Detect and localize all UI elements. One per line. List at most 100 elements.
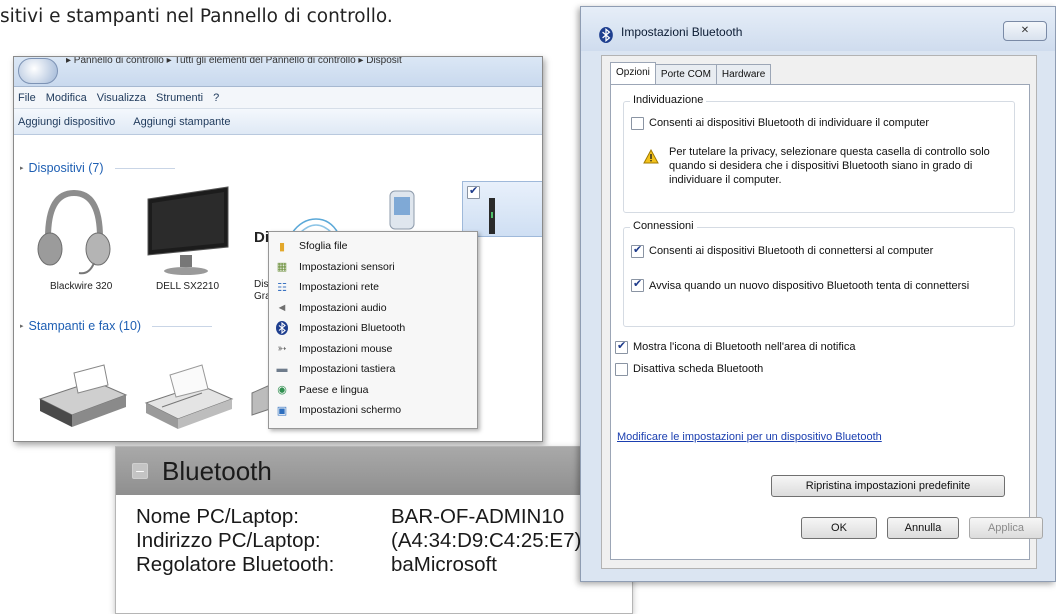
tab-com-ports[interactable]: Porte COM [654, 64, 717, 84]
change-device-settings-link[interactable]: Modificare le impostazioni per un dispos… [617, 431, 882, 443]
context-item-label: Paese e lingua [299, 383, 369, 396]
context-item-network-settings[interactable]: ☷ Impostazioni rete [269, 277, 477, 298]
tab-hardware[interactable]: Hardware [715, 64, 772, 84]
checkbox-box[interactable] [631, 117, 644, 130]
close-icon: ✕ [1020, 25, 1030, 36]
group-bullet-icon: ▸ [20, 323, 24, 330]
context-item-mouse-settings[interactable]: ➳ Impostazioni mouse [269, 339, 477, 360]
group-bullet-icon: ▸ [20, 165, 24, 172]
context-item-label: Impostazioni mouse [299, 342, 393, 355]
bt-info-row: Indirizzo PC/Laptop: (A4:34:D9:C4:25:E7) [136, 529, 581, 553]
bluetooth-icon [599, 27, 613, 48]
context-item-display-settings[interactable]: ▣ Impostazioni schermo [269, 400, 477, 421]
connections-group: Connessioni [623, 220, 1015, 327]
menu-bar: File Modifica Visualizza Strumenti ? [14, 87, 542, 109]
menu-edit[interactable]: Modifica [46, 92, 87, 104]
disable-adapter-checkbox[interactable]: Disattiva scheda Bluetooth [615, 363, 763, 376]
sensor-icon: ▦ [276, 261, 288, 274]
bluetooth-settings-dialog: Impostazioni Bluetooth ✕ Opzioni Porte C… [580, 6, 1056, 582]
bt-info-row: Nome PC/Laptop: BAR-OF-ADMIN10 [136, 505, 564, 529]
device-headset[interactable] [34, 183, 114, 281]
menu-file[interactable]: File [18, 92, 36, 104]
show-tray-icon-checkbox[interactable]: Mostra l'icona di Bluetooth nell'area di… [615, 339, 856, 354]
bt-info-label: Nome PC/Laptop: [136, 505, 299, 528]
control-panel-window: ▸ Pannello di controllo ▸ Tutti gli elem… [13, 56, 543, 442]
context-item-label: Impostazioni rete [299, 281, 379, 294]
checkbox-label: Disattiva scheda Bluetooth [633, 363, 764, 375]
group-printers-label: Stampanti e fax (10) [28, 319, 142, 333]
headset-icon [37, 189, 111, 275]
dialog-title-bar[interactable]: Impostazioni Bluetooth ✕ [581, 7, 1055, 51]
context-item-region-language[interactable]: ◉ Paese e lingua [269, 380, 477, 401]
menu-help[interactable]: ? [213, 92, 219, 104]
bt-info-label: Regolatore Bluetooth: [136, 553, 335, 576]
bluetooth-icon [275, 321, 289, 336]
context-item-browse-files[interactable]: ▮ Sfoglia file [269, 236, 477, 257]
context-item-label: Impostazioni audio [299, 301, 387, 314]
menu-tools[interactable]: Strumenti [156, 92, 203, 104]
allow-discovery-checkbox[interactable]: Consenti ai dispositivi Bluetooth di ind… [631, 117, 929, 130]
device-phone[interactable] [382, 187, 422, 234]
allow-connect-checkbox[interactable]: Consenti ai dispositivi Bluetooth di con… [631, 243, 934, 258]
context-menu: ▮ Sfoglia file ▦ Impostazioni sensori ☷ … [268, 231, 478, 429]
checkbox-box[interactable] [615, 363, 628, 376]
context-item-sensor-settings[interactable]: ▦ Impostazioni sensori [269, 257, 477, 278]
device-selected-tile[interactable] [462, 181, 542, 237]
context-item-label: Impostazioni Bluetooth [299, 322, 406, 335]
bt-info-value: BAR-OF-ADMIN10 [391, 505, 565, 528]
breadcrumb[interactable]: ▸ Pannello di controllo ▸ Tutti gli elem… [66, 57, 402, 66]
notify-new-device-checkbox[interactable]: Avvisa quando un nuovo dispositivo Bluet… [631, 277, 971, 293]
group-divider [114, 167, 175, 169]
context-item-label: Impostazioni sensori [299, 260, 395, 273]
monitor-icon [147, 186, 229, 275]
bt-info-value: baMicrosoft [391, 553, 497, 576]
fax-icon [144, 364, 234, 429]
add-printer-button[interactable]: Aggiungi stampante [133, 116, 230, 128]
menu-view[interactable]: Visualizza [97, 92, 146, 104]
warning-icon [643, 148, 659, 169]
bluetooth-panel-header[interactable]: – Bluetooth [116, 447, 632, 495]
add-device-button[interactable]: Aggiungi dispositivo [18, 116, 115, 128]
ok-button[interactable]: OK [801, 517, 877, 539]
group-divider [152, 325, 213, 327]
checkbox-label: Avvisa quando un nuovo dispositivo Bluet… [649, 280, 970, 292]
device-partial-label: Di [254, 229, 269, 246]
device-monitor[interactable] [142, 185, 232, 280]
dialog-title: Impostazioni Bluetooth [621, 25, 743, 39]
printer-item[interactable] [34, 359, 130, 434]
context-item-label: Sfoglia file [299, 240, 348, 253]
group-devices-header[interactable]: ▸ Dispositivi (7) [20, 161, 175, 175]
keyboard-icon: ▬ [276, 363, 288, 376]
phone-icon [389, 190, 415, 230]
dialog-body: Opzioni Porte COM Hardware Individuazion… [601, 55, 1037, 569]
printer-item[interactable] [142, 357, 238, 436]
close-button[interactable]: ✕ [1003, 21, 1047, 41]
context-item-label: Impostazioni schermo [299, 404, 402, 417]
group-devices-label: Dispositivi (7) [28, 161, 104, 175]
apply-button[interactable]: Applica [969, 517, 1043, 539]
cancel-button[interactable]: Annulla [887, 517, 959, 539]
bt-info-value: (A4:34:D9:C4:25:E7) [391, 529, 582, 552]
address-bar: ▸ Pannello di controllo ▸ Tutti gli elem… [14, 57, 542, 87]
context-item-bluetooth-settings[interactable]: Impostazioni Bluetooth [269, 318, 477, 339]
back-button[interactable] [18, 58, 58, 84]
device-select-checkbox[interactable] [467, 184, 480, 199]
mouse-icon: ➳ [277, 343, 287, 356]
bluetooth-panel-title: Bluetooth [162, 455, 272, 486]
context-item-keyboard-settings[interactable]: ▬ Impostazioni tastiera [269, 359, 477, 380]
checkbox-box[interactable] [615, 339, 628, 354]
tab-options[interactable]: Opzioni [610, 62, 656, 84]
group-printers-header[interactable]: ▸ Stampanti e fax (10) [20, 319, 213, 333]
command-bar: Aggiungi dispositivo Aggiungi stampante [14, 109, 542, 135]
speaker-device-icon [489, 198, 495, 234]
folder-icon: ▮ [278, 240, 286, 253]
monitor-icon: ▣ [276, 404, 288, 417]
checkbox-box[interactable] [631, 243, 644, 258]
context-item-label: Impostazioni tastiera [299, 363, 396, 376]
restore-defaults-button[interactable]: Ripristina impostazioni predefinite [771, 475, 1005, 497]
checkbox-box[interactable] [631, 277, 644, 292]
device-label: DELL SX2210 [156, 281, 220, 292]
checkbox-label: Consenti ai dispositivi Bluetooth di con… [649, 245, 934, 257]
collapse-icon[interactable]: – [132, 463, 148, 479]
context-item-audio-settings[interactable]: ◄ Impostazioni audio [269, 298, 477, 319]
